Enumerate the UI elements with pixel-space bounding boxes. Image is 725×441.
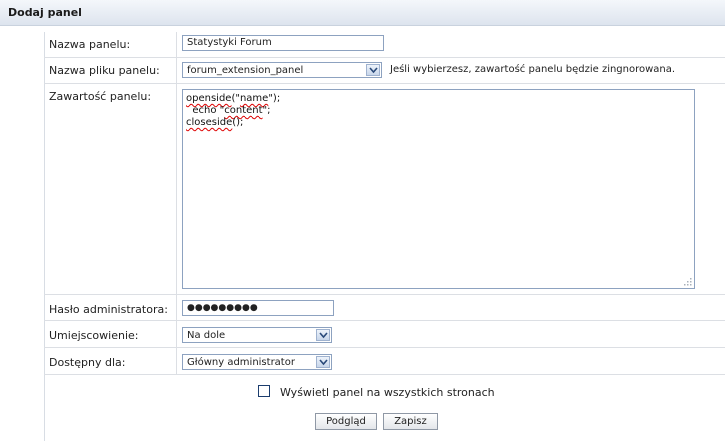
admin-password-label: Hasło administratora: — [49, 303, 168, 316]
code-line: openside("name"); — [186, 93, 281, 104]
show-all-pages-label[interactable]: Wyświetl panel na wszystkich stronach — [280, 386, 495, 399]
access-select[interactable]: Główny administrator — [182, 354, 332, 370]
panel-content-textarea[interactable]: openside("name"); echo "content"; closes… — [182, 89, 695, 289]
row-panel-name — [44, 32, 725, 58]
placement-selected: Na dole — [187, 330, 226, 341]
panel-content-label: Zawartość panelu: — [49, 90, 152, 103]
show-all-pages-checkbox[interactable] — [258, 385, 270, 397]
chevron-down-icon[interactable] — [316, 356, 330, 368]
placement-label: Umiejscowienie: — [49, 329, 139, 342]
panel-header: Dodaj panel — [0, 0, 725, 26]
panel-file-selected: forum_extension_panel — [187, 65, 304, 76]
row-access — [44, 348, 725, 375]
admin-password-input[interactable]: ●●●●●●●●● — [182, 300, 334, 316]
panel-name-label: Nazwa panelu: — [49, 38, 131, 51]
row-placement — [44, 321, 725, 348]
resize-grip-icon[interactable] — [682, 276, 692, 286]
chevron-down-icon[interactable] — [366, 64, 380, 76]
panel-file-select[interactable]: forum_extension_panel — [182, 62, 382, 78]
panel-name-input[interactable]: Statystyki Forum — [182, 35, 384, 51]
access-selected: Główny administrator — [187, 357, 295, 368]
chevron-down-icon[interactable] — [316, 329, 330, 341]
placement-select[interactable]: Na dole — [182, 327, 332, 343]
save-button[interactable]: Zapisz — [383, 413, 438, 430]
panel-file-label: Nazwa pliku panelu: — [49, 64, 160, 77]
page-title: Dodaj panel — [8, 6, 82, 19]
panel-file-hint: Jeśli wybierzesz, zawartość panelu będzi… — [390, 64, 676, 75]
access-label: Dostępny dla: — [49, 356, 126, 369]
code-line: closeside(); — [186, 117, 244, 128]
code-line: echo "content"; — [186, 105, 271, 116]
preview-button[interactable]: Podgląd — [315, 413, 377, 430]
